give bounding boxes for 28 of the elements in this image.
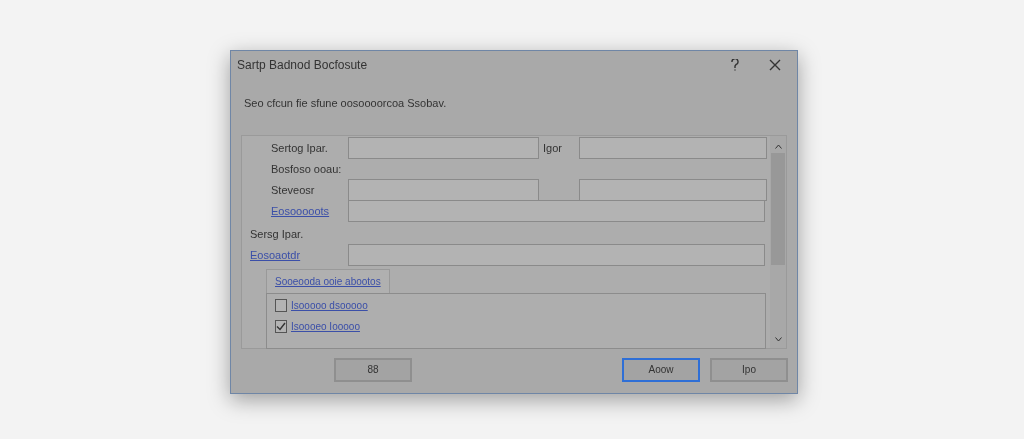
dialog-button[interactable]: Ipo [710,357,788,382]
field-label: Sertog Ipar. [270,140,329,156]
field-label: Bosfoso ooau: [270,161,343,177]
field-label: Igor [542,140,563,156]
field-label: Sersg Ipar. [249,226,305,242]
input-field[interactable] [579,137,767,159]
checkbox[interactable] [275,320,287,333]
input-field[interactable] [579,179,767,201]
scroll-down-icon [774,336,782,342]
link[interactable]: Eosoaotdr [242,246,348,264]
input-field[interactable] [348,244,765,266]
input-field[interactable] [348,137,539,159]
field-label: Steveosr [270,182,316,198]
checkbox-label[interactable]: Isooooo dsooooo [291,298,368,313]
dialog-button[interactable]: 88 [334,357,412,382]
checkbox-label[interactable]: Isoooeo Iooooo [291,319,360,334]
checkbox[interactable] [275,299,287,312]
instruction-text: Seo cfcun fie sfune oosoooorcoa Ssobav. [243,96,448,111]
scrollbar[interactable] [770,135,786,348]
link[interactable]: Eosooooots [242,202,348,220]
scroll-up-icon [774,143,782,149]
dialog-button[interactable]: Aoow [622,357,700,382]
close-icon [769,59,781,71]
tab[interactable]: Sooeooda ooie abootos [266,268,390,293]
input-field[interactable] [348,179,539,201]
window-title: Sartp Badnod Bocfosute [237,57,369,74]
help-icon [731,59,739,71]
input-field[interactable] [348,200,765,222]
